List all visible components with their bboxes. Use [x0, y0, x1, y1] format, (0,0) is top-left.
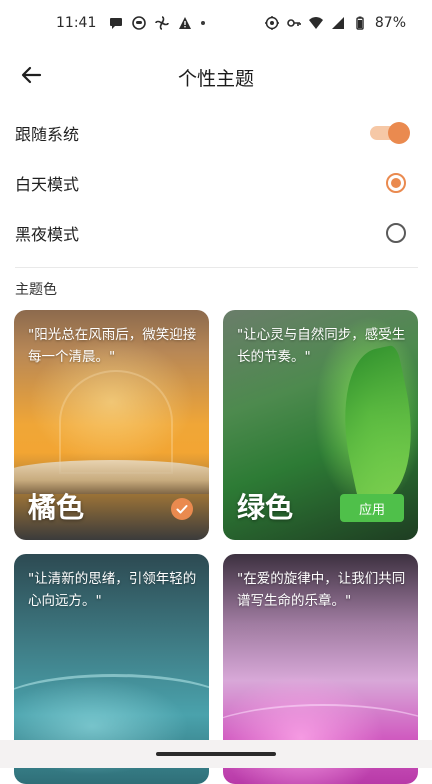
day-mode-label: 白天模式: [15, 175, 80, 194]
selected-check-icon: [171, 498, 193, 520]
theme-card-quote: "在爱的旋律中，让我们共同谱写生命的乐章。": [237, 571, 406, 609]
theme-card-name: 橘色: [28, 491, 85, 524]
theme-card-name: 绿色: [237, 491, 294, 524]
status-time: 11:41: [56, 15, 97, 31]
location-icon: [264, 16, 279, 30]
night-mode-label: 黑夜模式: [15, 225, 80, 244]
page-title: 个性主题: [177, 68, 254, 90]
theme-card-quote: "阳光总在风雨后，微笑迎接每一个清晨。": [28, 327, 197, 365]
theme-card-quote: "让清新的思绪，引领年轻的心向远方。": [28, 571, 197, 609]
divider: [15, 267, 418, 268]
message-icon: [109, 16, 123, 30]
theme-section-title: 主题色: [15, 282, 57, 298]
header: 个性主题: [0, 46, 432, 106]
warning-icon: [178, 16, 192, 30]
key-icon: [287, 16, 301, 30]
theme-card-green[interactable]: "让心灵与自然同步，感受生长的节奏。" 绿色 应用: [223, 310, 418, 540]
night-mode-row[interactable]: 黑夜模式: [0, 208, 432, 258]
theme-card-quote: "让心灵与自然同步，感受生长的节奏。": [237, 327, 406, 365]
battery-icon: [353, 16, 367, 30]
face-icon: [132, 16, 147, 30]
status-bar: 11:41 87%: [0, 0, 432, 46]
status-bar-left: 11:41: [56, 15, 206, 31]
toggle-thumb: [388, 122, 410, 144]
signal-icon: [331, 16, 345, 30]
apply-button[interactable]: 应用: [340, 494, 404, 522]
theme-card-orange[interactable]: "阳光总在风雨后，微笑迎接每一个清晨。" 橘色: [14, 310, 209, 540]
night-mode-radio[interactable]: [386, 223, 406, 243]
battery-percent: 87%: [374, 15, 406, 31]
wave-decoration: [14, 674, 209, 737]
dot-icon: [201, 21, 206, 25]
day-mode-row[interactable]: 白天模式: [0, 158, 432, 208]
leaf-decoration: [328, 344, 418, 506]
status-bar-right: 87%: [264, 15, 406, 31]
follow-system-label: 跟随系统: [15, 125, 80, 144]
home-gesture-handle[interactable]: [156, 752, 276, 756]
follow-system-row[interactable]: 跟随系统: [0, 108, 432, 158]
day-mode-radio[interactable]: [386, 173, 406, 193]
fan-icon: [155, 16, 170, 30]
navigation-bar: [0, 740, 432, 768]
heart-decoration: [59, 370, 173, 474]
follow-system-toggle[interactable]: [370, 122, 410, 144]
wifi-icon: [308, 16, 323, 30]
